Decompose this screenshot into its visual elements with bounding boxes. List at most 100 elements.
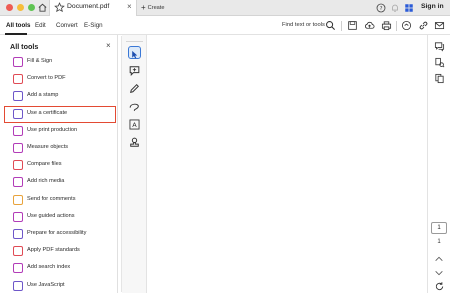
javascript-icon: [13, 280, 23, 291]
compare-files-icon: [13, 160, 23, 171]
notifications-icon[interactable]: [390, 3, 400, 13]
tool-item[interactable]: Add search index: [6, 262, 114, 275]
panel-title: All tools: [10, 42, 39, 51]
toolbar-divider: [396, 21, 397, 31]
tool-item-label: Add rich media: [27, 178, 65, 185]
share-link-icon[interactable]: [401, 20, 412, 31]
sign-in-button[interactable]: Sign in: [421, 3, 444, 10]
comments-panel-icon[interactable]: [434, 41, 445, 52]
refresh-icon[interactable]: [434, 281, 445, 292]
search-icon[interactable]: [325, 20, 336, 31]
accessibility-icon: [13, 229, 23, 239]
close-window-button[interactable]: [6, 4, 13, 11]
add-comment-tool-button[interactable]: [128, 64, 141, 77]
right-rail: 1 1: [427, 35, 450, 293]
current-page-input[interactable]: 1: [431, 222, 447, 234]
tool-item-label: Measure objects: [27, 144, 69, 150]
menu-e-sign[interactable]: E-Sign: [84, 22, 103, 29]
tool-item-label: Send for comments: [27, 195, 76, 202]
tool-item[interactable]: Measure objects: [6, 142, 114, 155]
copy-pages-icon[interactable]: [434, 73, 445, 84]
draw-tool-button[interactable]: [128, 82, 141, 95]
measure-icon: [13, 143, 23, 153]
comment-icon: [129, 66, 140, 77]
tool-item[interactable]: Use JavaScript: [6, 280, 114, 293]
document-canvas[interactable]: [147, 35, 427, 293]
tool-item[interactable]: Prepare for accessibility: [6, 228, 114, 241]
tool-item-label: Use print production: [27, 126, 78, 133]
page-thumbnails-icon[interactable]: [434, 57, 445, 68]
close-panel-icon[interactable]: ×: [106, 41, 111, 50]
tool-item[interactable]: Convert to PDF: [6, 73, 114, 86]
text-tool-button[interactable]: A: [128, 118, 141, 131]
minimize-window-button[interactable]: [17, 4, 24, 11]
freeform-loop-icon: [129, 103, 139, 112]
toolbar-divider: [341, 21, 342, 31]
tool-item[interactable]: Add a stamp: [6, 90, 114, 103]
help-icon[interactable]: ?: [376, 3, 386, 13]
tool-item-label: Convert to PDF: [27, 75, 66, 82]
mail-icon[interactable]: [434, 20, 445, 31]
tool-item[interactable]: Use print production: [6, 125, 114, 138]
cursor-icon: [132, 50, 138, 59]
svg-text:?: ?: [380, 6, 383, 12]
menu-all-tools[interactable]: All tools: [6, 22, 30, 29]
tool-item-label: Prepare for accessibility: [27, 230, 87, 236]
tool-item-label: Use guided actions: [27, 212, 75, 219]
pdf-standards-icon: [13, 246, 23, 257]
stamp-icon: [13, 91, 23, 102]
tool-item[interactable]: Add rich media: [6, 176, 114, 189]
tool-item[interactable]: Fill & Sign: [6, 56, 114, 69]
maximize-window-button[interactable]: [28, 4, 35, 11]
upload-cloud-icon[interactable]: [364, 20, 375, 31]
tool-item-label: Apply PDF standards: [27, 247, 80, 254]
find-text-label[interactable]: Find text or tools: [282, 22, 325, 28]
document-tab[interactable]: Document.pdf ×: [49, 0, 137, 16]
search-index-icon: [13, 263, 23, 274]
create-label: Create: [147, 5, 165, 11]
stamp-tool-icon: [130, 137, 139, 147]
print-icon[interactable]: [381, 20, 392, 31]
tool-item-label: Use a certificate: [27, 109, 68, 116]
link-icon[interactable]: [418, 20, 429, 31]
menu-convert[interactable]: Convert: [56, 22, 78, 29]
stamp-tool-button[interactable]: [128, 136, 141, 149]
tool-item-label: Add a stamp: [27, 92, 59, 99]
title-bar: Document.pdf × + Create ? Sign in: [0, 0, 450, 16]
star-icon[interactable]: [54, 2, 65, 13]
tool-item-label: Fill & Sign: [27, 58, 53, 64]
svg-text:A: A: [132, 121, 137, 129]
document-tab-title: Document.pdf: [67, 3, 110, 10]
total-pages-label: 1: [437, 239, 441, 245]
select-tool-button[interactable]: [128, 46, 141, 59]
menu-edit[interactable]: Edit: [35, 22, 46, 29]
print-production-icon: [13, 125, 23, 136]
tool-item-label: Compare files: [27, 161, 62, 168]
tool-item-label: Use JavaScript: [27, 281, 65, 288]
tool-item-label: Add search index: [27, 264, 71, 271]
send-comments-icon: [13, 194, 23, 205]
tool-item[interactable]: Apply PDF standards: [6, 245, 114, 258]
tool-item[interactable]: Send for comments: [6, 194, 114, 207]
tool-strip: A: [122, 35, 147, 293]
save-icon[interactable]: [347, 20, 358, 31]
create-tab-button[interactable]: + Create: [141, 3, 164, 12]
text-box-icon: A: [129, 119, 140, 130]
chevron-up-icon[interactable]: [434, 255, 444, 263]
freeform-tool-button[interactable]: [128, 100, 141, 113]
guided-actions-icon: [13, 211, 23, 222]
tool-item[interactable]: Use guided actions: [6, 211, 114, 224]
apps-grid-icon[interactable]: [404, 3, 414, 13]
tool-item[interactable]: Compare files: [6, 159, 114, 172]
all-tools-panel: All tools × Fill & Sign Convert to PDF Add…: [0, 35, 118, 293]
pencil-icon: [130, 84, 139, 93]
rich-media-icon: [13, 177, 23, 188]
chevron-down-icon[interactable]: [434, 269, 444, 277]
home-icon[interactable]: [37, 2, 48, 13]
certificate-icon: [13, 108, 23, 119]
tool-item[interactable]: Use a certificate: [4, 105, 116, 123]
tool-strip-divider: [126, 41, 143, 42]
close-tab-icon[interactable]: ×: [127, 2, 132, 12]
plus-icon: +: [141, 3, 146, 12]
convert-pdf-icon: [13, 74, 23, 85]
